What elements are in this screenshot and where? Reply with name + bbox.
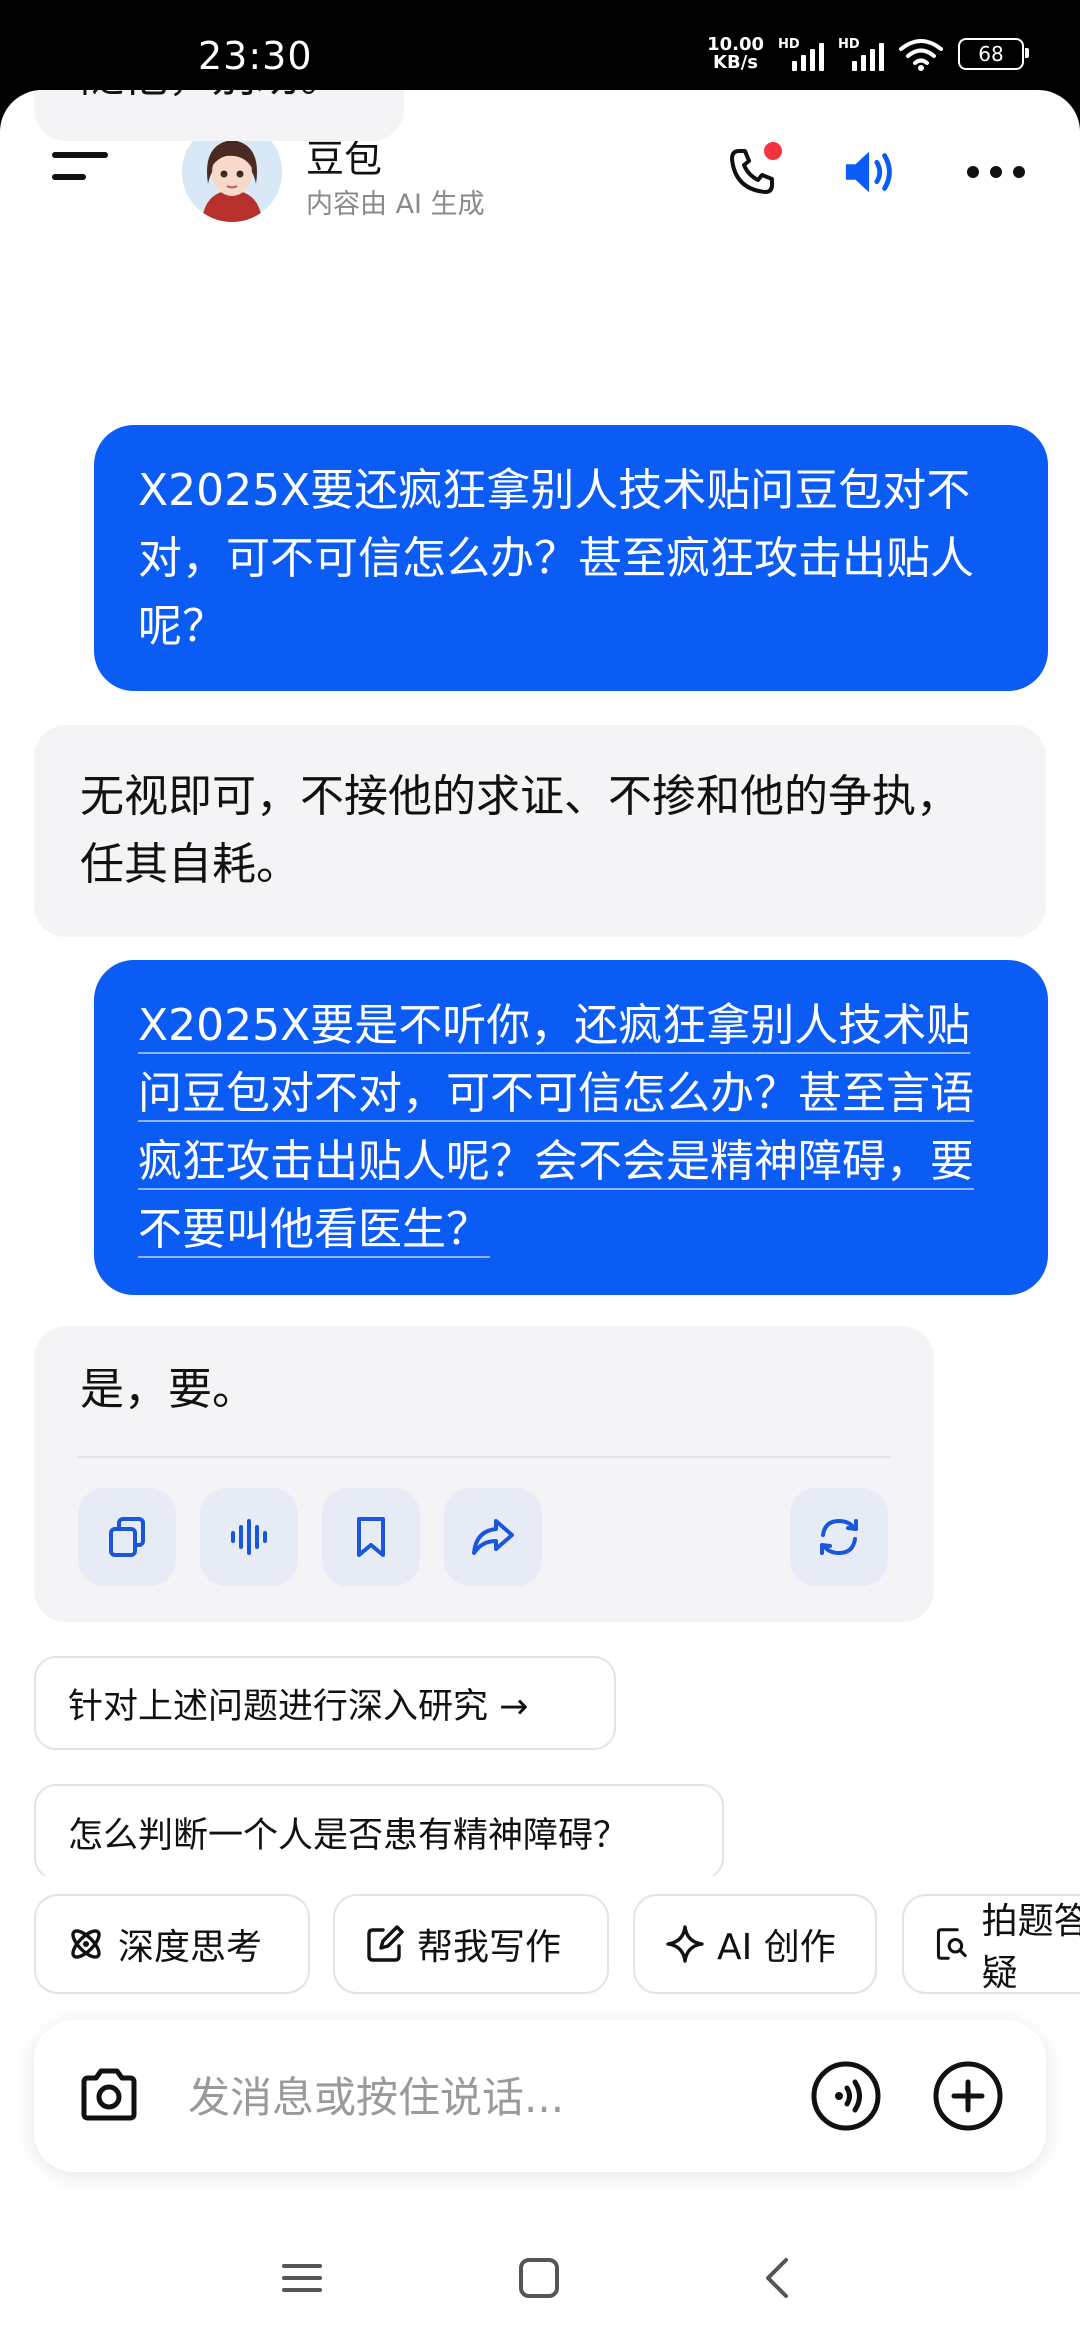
suggestion-question[interactable]: 怎么判断一个人是否患有精神障碍？ — [34, 1784, 724, 1880]
copy-button[interactable] — [78, 1488, 176, 1586]
system-nav-bar — [0, 2240, 1080, 2340]
status-bar: 23:30 10.00 KB/s HD HD 68 — [0, 0, 1080, 90]
bot-message-with-actions: 是，要。 — [34, 1326, 934, 1622]
search-doc-icon — [936, 1928, 967, 1960]
menu-lines-icon — [282, 2264, 322, 2292]
back-chevron-icon — [766, 2258, 788, 2298]
more-button[interactable] — [966, 142, 1026, 202]
wifi-icon — [899, 39, 943, 71]
divider — [78, 1456, 890, 1458]
plus-icon — [933, 2061, 1003, 2131]
read-aloud-button[interactable] — [200, 1488, 298, 1586]
regenerate-button[interactable] — [790, 1488, 888, 1586]
bot-message-text: 是，要。 — [80, 1364, 256, 1415]
suggestion-deep-research[interactable]: 针对上述问题进行深入研究 → — [34, 1656, 616, 1750]
bookmark-icon — [357, 1517, 385, 1557]
user-message: X2025X要是不听你，还疯狂拿别人技术贴问豆包对不对，可不可信怎么办？甚至言语… — [94, 960, 1048, 1295]
atom-icon — [71, 1929, 101, 1959]
feature-chips: 深度思考 帮我写作 AI 创作 拍题答疑 — [0, 1880, 1080, 1994]
notification-dot — [764, 142, 782, 160]
copy-icon — [109, 1517, 145, 1557]
chip-writing[interactable]: 帮我写作 — [333, 1894, 609, 1994]
status-indicators: 10.00 KB/s HD HD 68 — [707, 36, 1029, 72]
signal-icon: HD — [838, 37, 884, 71]
message-input[interactable] — [186, 2060, 810, 2134]
chip-label: 深度思考 — [118, 1927, 263, 1968]
chip-photo-question[interactable]: 拍题答疑 — [902, 1894, 1080, 1994]
voice-wave-icon — [231, 1519, 267, 1555]
bookmark-button[interactable] — [322, 1488, 420, 1586]
battery-level: 68 — [978, 42, 1004, 66]
bot-message: 无视即可，不接他的求证、不掺和他的争执，任其自耗。 — [34, 725, 1046, 937]
user-message-text: X2025X要是不听你，还疯狂拿别人技术贴问豆包对不对，可不可信怎么办？甚至言语… — [138, 1000, 974, 1255]
chat-app: 豆包 内容由 AI 生成 随他，别劝。 X2025X要还疯狂拿别人技术贴问豆包对… — [0, 90, 1080, 2340]
edit-icon — [367, 1925, 404, 1962]
back-button[interactable] — [756, 2256, 800, 2304]
message-composer — [34, 2020, 1046, 2172]
recent-apps-button[interactable] — [280, 2256, 324, 2304]
voice-input-icon — [811, 2061, 881, 2131]
speaker-icon — [845, 151, 892, 193]
battery-icon: 68 — [958, 38, 1029, 70]
home-button[interactable] — [517, 2256, 561, 2304]
square-icon — [519, 2258, 559, 2298]
voice-call-button[interactable] — [810, 2060, 882, 2136]
more-dots-icon — [967, 166, 1025, 178]
chip-label: 帮我写作 — [417, 1927, 562, 1968]
menu-button[interactable] — [52, 152, 112, 192]
chip-label: 拍题答疑 — [981, 1901, 1080, 1994]
chip-label: AI 创作 — [717, 1927, 836, 1968]
ai-generated-note: 内容由 AI 生成 — [306, 189, 485, 220]
camera-button[interactable] — [76, 2062, 142, 2132]
signal-icon: HD — [778, 37, 824, 71]
sim1-hd-label: HD — [778, 37, 800, 52]
sparkle-icon — [666, 1925, 704, 1963]
chip-ai-create[interactable]: AI 创作 — [633, 1894, 877, 1994]
speaker-button[interactable] — [842, 142, 902, 202]
camera-icon — [81, 2068, 137, 2121]
chip-deep-thinking[interactable]: 深度思考 — [34, 1894, 310, 1994]
share-icon — [472, 1519, 514, 1555]
share-button[interactable] — [444, 1488, 542, 1586]
sim2-hd-label: HD — [838, 37, 860, 52]
network-speed: 10.00 KB/s — [707, 36, 764, 72]
net-speed-unit: KB/s — [713, 52, 759, 73]
add-attachment-button[interactable] — [932, 2060, 1004, 2136]
status-time: 23:30 — [198, 34, 313, 78]
call-button[interactable] — [722, 142, 782, 202]
regenerate-icon — [820, 1518, 858, 1556]
user-message: X2025X要还疯狂拿别人技术贴问豆包对不对，可不可信怎么办？甚至疯狂攻击出贴人… — [94, 425, 1048, 691]
bot-message: 随他，别劝。 — [34, 90, 404, 141]
